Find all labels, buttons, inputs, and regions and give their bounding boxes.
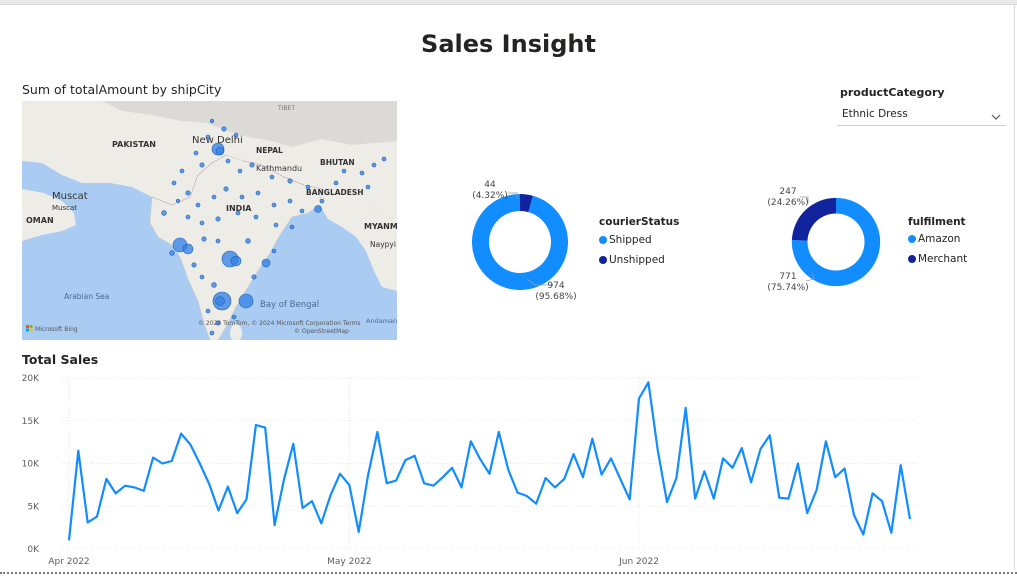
legend-item-shipped[interactable]: Shipped — [599, 234, 652, 246]
legend-label-shipped: Shipped — [609, 234, 652, 246]
legend-label-amazon: Amazon — [918, 233, 961, 245]
legend-label-merchant: Merchant — [918, 253, 968, 265]
amazon-data-label: 771 (75.74%) — [767, 272, 809, 293]
map-label-andaman: Andaman Sea — [366, 317, 397, 325]
right-border — [1014, 4, 1015, 570]
y-tick-label: 20K — [22, 374, 40, 384]
map-label-pakistan: PAKISTAN — [112, 140, 156, 149]
legend-dot-shipped — [599, 236, 607, 244]
map-label-bay-of-bengal: Bay of Bengal — [260, 300, 319, 310]
map-label-bangladesh: BANGLADESH — [306, 188, 364, 197]
slicer-label: productCategory — [840, 86, 945, 99]
map-label-myanmar: MYANM — [364, 222, 397, 231]
legend-label-unshipped: Unshipped — [609, 254, 665, 266]
map-label-arabian-sea: Arabian Sea — [64, 292, 109, 301]
map-label-oman: OMAN — [26, 216, 54, 225]
total-sales-title: Total Sales — [22, 352, 99, 367]
slicer-selected-value: Ethnic Dress — [842, 108, 908, 120]
map-title: Sum of totalAmount by shipCity — [22, 82, 222, 97]
map-label-naypyi: Naypyi — [370, 240, 396, 249]
map-attribution: © 2024 TomTom, © 2024 Microsoft Corporat… — [198, 320, 361, 327]
fulfilment-legend-title: fulfilment — [908, 216, 966, 228]
courier-status-leader-lines — [508, 192, 553, 286]
x-tick-label: Jun 2022 — [618, 557, 659, 567]
y-tick-label: 0K — [27, 545, 40, 555]
legend-dot-unshipped — [599, 256, 607, 264]
x-tick-label: May 2022 — [327, 557, 371, 567]
x-tick-label: Apr 2022 — [48, 557, 89, 567]
map-label-nepal: NEPAL — [256, 146, 283, 155]
product-category-slicer[interactable]: Ethnic Dress — [837, 104, 1006, 126]
map-label-muscat-small: Muscat — [52, 204, 77, 212]
total-sales-chart[interactable]: 0K 5K 10K 15K 20K Apr 2022 May 2022 Jun 2022 — [18, 368, 923, 574]
map-label-tibet: TIBET — [277, 105, 295, 112]
legend-dot-amazon — [908, 235, 916, 243]
total-sales-svg[interactable]: 0K 5K 10K 15K 20K Apr 2022 May 2022 Jun 2022 — [18, 368, 923, 570]
chevron-down-icon[interactable] — [990, 108, 1002, 127]
unshipped-data-label: 44 (4.32%) — [472, 180, 508, 201]
merchant-data-label: 247 (24.26%) — [767, 187, 809, 208]
y-tick-label: 5K — [27, 502, 40, 512]
map-label-india: INDIA — [226, 204, 252, 213]
map-label-muscat: Muscat — [52, 191, 88, 202]
total-sales-line[interactable] — [67, 381, 912, 541]
shipped-data-label: 974 (95.68%) — [535, 281, 577, 302]
legend-item-merchant[interactable]: Merchant — [908, 253, 967, 265]
y-tick-label: 15K — [22, 417, 40, 427]
ship-city-map[interactable]: TIBET PAKISTAN New Delhi NEPAL Kathmandu… — [22, 101, 397, 340]
map-label-newdelhi: New Delhi — [192, 135, 243, 146]
map-canvas[interactable]: TIBET PAKISTAN New Delhi NEPAL Kathmandu… — [22, 101, 397, 340]
y-tick-label: 10K — [22, 460, 40, 470]
legend-dot-merchant — [908, 255, 916, 263]
legend-item-amazon[interactable]: Amazon — [908, 233, 960, 245]
map-brand: Microsoft Bing — [35, 326, 78, 333]
map-attribution-osm: © OpenStreetMap — [294, 328, 349, 335]
map-label-bhutan: BHUTAN — [320, 158, 355, 167]
legend-item-unshipped[interactable]: Unshipped — [599, 254, 665, 266]
map-label-kathmandu: Kathmandu — [256, 164, 302, 173]
top-border — [0, 0, 1017, 5]
page-title: Sales Insight — [421, 30, 596, 58]
courier-status-legend-title: courierStatus — [599, 216, 680, 228]
